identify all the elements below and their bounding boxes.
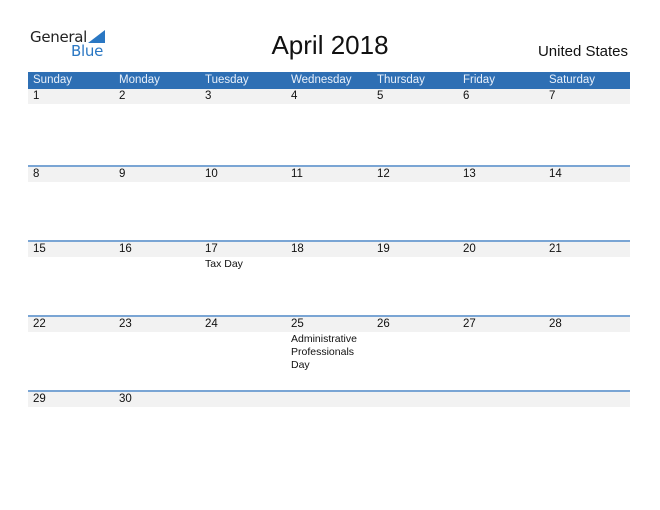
holiday-label	[372, 407, 458, 408]
weekday-header: Tuesday	[205, 74, 249, 86]
holiday-label	[286, 407, 372, 408]
weekday-header: Monday	[119, 74, 160, 86]
holiday-label	[372, 182, 458, 183]
day-number: 6	[463, 90, 470, 102]
day-number	[544, 392, 630, 407]
day-number: 18	[291, 243, 304, 255]
date-row: 22 23 24 25 26 27 28	[28, 317, 630, 332]
day-number: 23	[119, 318, 132, 330]
week-row: 22 23 24 25 26 27 28 Administrative Professiona…	[28, 315, 630, 390]
day-number: 11	[291, 168, 303, 180]
day-number: 25	[291, 318, 304, 330]
holiday-label	[200, 332, 286, 372]
holiday-label	[28, 104, 114, 105]
weekday-header: Saturday	[549, 74, 596, 86]
holiday-label	[286, 104, 372, 105]
holiday-label	[458, 257, 544, 271]
weekday-header: Wednesday	[291, 74, 352, 86]
day-number: 12	[377, 168, 390, 180]
day-number: 20	[463, 243, 476, 255]
holiday-label	[372, 257, 458, 271]
event-row: Tax Day	[28, 257, 630, 271]
date-row: 15 16 17 18 19 20 21	[28, 242, 630, 257]
weekday-header-row: Sunday Monday Tuesday Wednesday Thursday…	[28, 72, 630, 89]
day-number: 3	[205, 90, 212, 102]
day-number	[372, 392, 458, 407]
date-row: 29 30	[28, 392, 630, 407]
day-number: 22	[33, 318, 46, 330]
holiday-label	[544, 104, 630, 105]
holiday-label	[28, 257, 114, 271]
event-row	[28, 407, 630, 408]
week-row: 1 2 3 4 5 6 7	[28, 89, 630, 165]
event-row	[28, 182, 630, 183]
date-row: 8 9 10 11 12 13 14	[28, 167, 630, 182]
holiday-label	[28, 407, 114, 408]
holiday-label	[544, 257, 630, 271]
holiday-label	[458, 407, 544, 408]
event-row	[28, 104, 630, 105]
event-row: Administrative Professionals Day	[28, 332, 630, 372]
country-label: United States	[537, 43, 628, 60]
holiday-label: Tax Day	[205, 258, 243, 270]
holiday-label	[114, 332, 200, 372]
holiday-label	[458, 182, 544, 183]
day-number: 1	[33, 90, 40, 102]
week-row: 8 9 10 11 12 13 14	[28, 165, 630, 240]
day-number: 9	[119, 168, 126, 180]
day-number: 8	[33, 168, 40, 180]
day-number: 2	[119, 90, 126, 102]
day-number: 19	[377, 243, 390, 255]
day-number: 17	[205, 243, 218, 255]
holiday-label	[200, 182, 286, 183]
day-number: 13	[463, 168, 476, 180]
holiday-label	[372, 104, 458, 105]
day-number: 7	[549, 90, 556, 102]
day-number: 15	[33, 243, 46, 255]
day-number: 5	[377, 90, 384, 102]
date-row: 1 2 3 4 5 6 7	[28, 89, 630, 104]
day-number	[458, 392, 544, 407]
day-number	[286, 392, 372, 407]
holiday-label	[544, 182, 630, 183]
day-number	[200, 392, 286, 407]
day-number: 10	[205, 168, 218, 180]
day-number: 14	[549, 168, 562, 180]
day-number: 16	[119, 243, 132, 255]
holiday-label	[28, 332, 114, 372]
holiday-label	[200, 104, 286, 105]
holiday-label	[114, 257, 200, 271]
holiday-label	[544, 407, 630, 408]
weekday-header: Friday	[463, 74, 495, 86]
day-number: 30	[119, 393, 132, 405]
weekday-header: Thursday	[377, 74, 425, 86]
holiday-label	[458, 332, 544, 372]
day-number: 28	[549, 318, 562, 330]
day-number: 26	[377, 318, 390, 330]
calendar-grid: Sunday Monday Tuesday Wednesday Thursday…	[28, 72, 630, 465]
holiday-label	[200, 407, 286, 408]
day-number: 4	[291, 90, 298, 102]
day-number: 29	[33, 393, 46, 405]
holiday-label	[114, 407, 200, 408]
day-number: 21	[549, 243, 562, 255]
week-row: 15 16 17 18 19 20 21 Tax Day	[28, 240, 630, 315]
holiday-label	[544, 332, 630, 372]
day-number: 24	[205, 318, 218, 330]
holiday-label	[114, 182, 200, 183]
holiday-label	[28, 182, 114, 183]
weekday-header: Sunday	[33, 74, 73, 86]
holiday-label	[458, 104, 544, 105]
holiday-label	[372, 332, 458, 372]
day-number: 27	[463, 318, 476, 330]
holiday-label	[286, 182, 372, 183]
holiday-label	[286, 257, 372, 271]
holiday-label: Administrative Professionals Day	[291, 333, 357, 371]
holiday-label	[114, 104, 200, 105]
week-row: 29 30	[28, 390, 630, 465]
